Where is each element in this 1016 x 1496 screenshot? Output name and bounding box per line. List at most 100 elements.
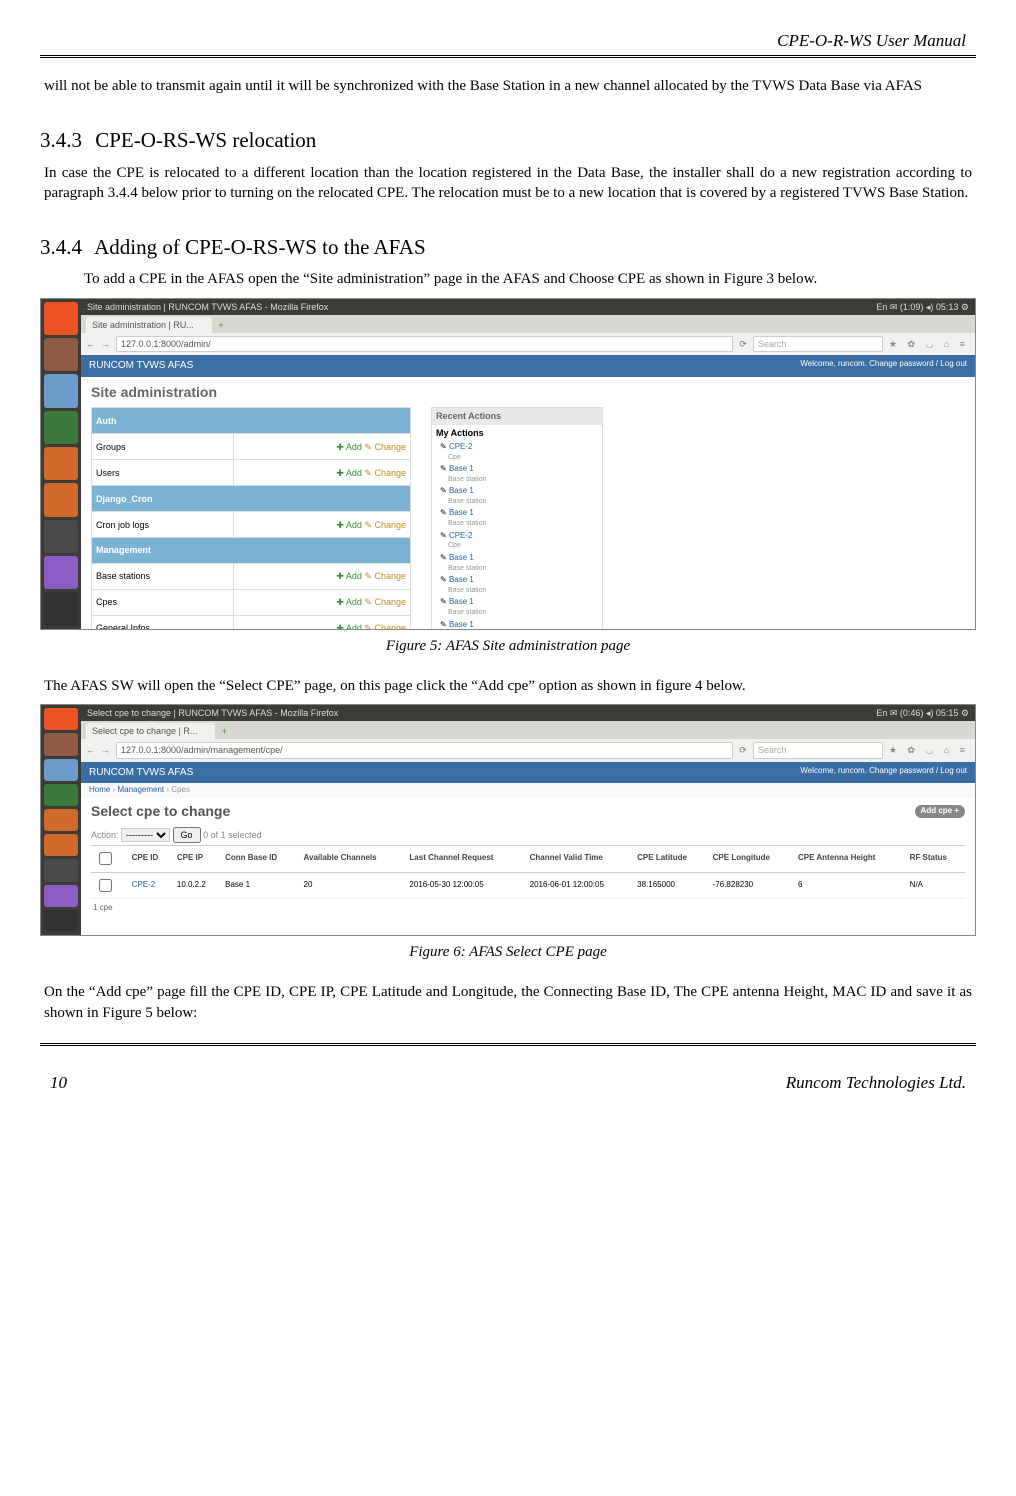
- dock-app-icon[interactable]: [44, 759, 78, 781]
- dock-app-icon[interactable]: [44, 859, 78, 881]
- url-field[interactable]: 127.0.0.1:8000/admin/management/cpe/: [116, 742, 733, 758]
- dock-app-icon[interactable]: [44, 733, 78, 755]
- cpe-cell: Base 1: [221, 872, 299, 899]
- cpe-col-header[interactable]: CPE Antenna Height: [794, 845, 906, 872]
- dock-app-icon[interactable]: [44, 520, 78, 553]
- category-header: Auth: [92, 408, 411, 434]
- recent-action-item[interactable]: ✎ Base 1Base station: [432, 574, 602, 596]
- change-link[interactable]: ✎ Change: [364, 468, 406, 478]
- dock-app-icon[interactable]: [44, 302, 78, 335]
- section-344-heading: 3.4.4 Adding of CPE-O-RS-WS to the AFAS: [40, 233, 976, 261]
- admin-categories-table: AuthGroups ✚ Add ✎ Change Users ✚ Add ✎ Cha…: [91, 407, 411, 628]
- recent-action-item[interactable]: ✎ Base 1Base station: [432, 619, 602, 629]
- cpe-col-header[interactable]: Last Channel Request: [405, 845, 525, 872]
- add-link[interactable]: ✚ Add: [336, 442, 362, 452]
- cpe-cell: 2016-05-30 12:00:05: [405, 872, 525, 899]
- dock-app-icon[interactable]: [44, 809, 78, 831]
- cpe-cell[interactable]: CPE-2: [128, 872, 173, 899]
- welcome-text[interactable]: Welcome, runcom. Change password / Log o…: [800, 359, 967, 373]
- cpe-col-header[interactable]: CPE Latitude: [633, 845, 708, 872]
- dock-app-icon[interactable]: [44, 483, 78, 516]
- url-field[interactable]: 127.0.0.1:8000/admin/: [116, 336, 733, 352]
- cpe-col-header[interactable]: [91, 845, 128, 872]
- new-tab-button[interactable]: +: [218, 726, 231, 736]
- cpe-cell: [91, 872, 128, 899]
- model-link[interactable]: Base stations: [92, 563, 234, 589]
- dock-app-icon[interactable]: [44, 374, 78, 407]
- dock-app-icon[interactable]: [44, 885, 78, 907]
- breadcrumb-management[interactable]: Management: [117, 785, 164, 794]
- cpe-cell: -76.828230: [709, 872, 794, 899]
- cpe-cell: 6: [794, 872, 906, 899]
- browser-tab[interactable]: Site administration | RU...: [86, 317, 212, 333]
- cpe-cell: 10.0.2.2: [173, 872, 221, 899]
- dock-app-icon[interactable]: [44, 447, 78, 480]
- dock-app-icon[interactable]: [44, 556, 78, 589]
- cpe-col-header[interactable]: Conn Base ID: [221, 845, 299, 872]
- recent-action-item[interactable]: ✎ Base 1Base station: [432, 507, 602, 529]
- cpe-col-header[interactable]: CPE IP: [173, 845, 221, 872]
- my-actions-label: My Actions: [432, 425, 602, 441]
- welcome-text[interactable]: Welcome, runcom. Change password / Log o…: [800, 766, 967, 780]
- go-button[interactable]: Go: [173, 827, 201, 843]
- category-header: Management: [92, 538, 411, 564]
- model-link[interactable]: Users: [92, 460, 234, 486]
- search-field[interactable]: Search: [753, 742, 883, 758]
- recent-action-item[interactable]: ✎ Base 1Base station: [432, 485, 602, 507]
- change-link[interactable]: ✎ Change: [364, 520, 406, 530]
- forward-icon[interactable]: →: [101, 338, 110, 350]
- dock-app-icon[interactable]: [44, 910, 78, 932]
- model-link[interactable]: Groups: [92, 434, 234, 460]
- cpe-col-header[interactable]: RF Status: [906, 845, 965, 872]
- add-link[interactable]: ✚ Add: [336, 597, 362, 607]
- cpe-col-header[interactable]: Available Channels: [300, 845, 406, 872]
- dock-app-icon[interactable]: [44, 784, 78, 806]
- toolbar-icons[interactable]: ★ ✿ ◡ ⌂ ≡: [889, 744, 969, 756]
- add-link[interactable]: ✚ Add: [336, 520, 362, 530]
- change-link[interactable]: ✎ Change: [364, 442, 406, 452]
- dock-app-icon[interactable]: [44, 592, 78, 625]
- dock-app-icon[interactable]: [44, 834, 78, 856]
- select-all-checkbox[interactable]: [99, 852, 112, 865]
- system-tray: En ✉ (1:09) ◂) 05:13 ⚙: [876, 301, 969, 313]
- add-link[interactable]: ✚ Add: [336, 468, 362, 478]
- cpe-col-header[interactable]: CPE Longitude: [709, 845, 794, 872]
- add-cpe-button[interactable]: Add cpe +: [915, 805, 965, 818]
- recent-action-item[interactable]: ✎ Base 1Base station: [432, 463, 602, 485]
- cpe-cell: N/A: [906, 872, 965, 899]
- dock-app-icon[interactable]: [44, 411, 78, 444]
- browser-tab[interactable]: Select cpe to change | R...: [86, 723, 215, 739]
- row-checkbox[interactable]: [99, 879, 112, 892]
- action-select[interactable]: ---------: [121, 828, 170, 842]
- recent-action-item[interactable]: ✎ Base 1Base station: [432, 552, 602, 574]
- change-link[interactable]: ✎ Change: [364, 623, 406, 628]
- change-link[interactable]: ✎ Change: [364, 597, 406, 607]
- cpe-col-header[interactable]: Channel Valid Time: [526, 845, 634, 872]
- forward-icon[interactable]: →: [101, 744, 110, 756]
- change-link[interactable]: ✎ Change: [364, 571, 406, 581]
- selection-count: 0 of 1 selected: [203, 830, 262, 840]
- search-field[interactable]: Search: [753, 336, 883, 352]
- model-link[interactable]: Cpes: [92, 589, 234, 615]
- refresh-icon[interactable]: ⟳: [739, 744, 747, 756]
- add-link[interactable]: ✚ Add: [336, 623, 362, 628]
- cpe-col-header[interactable]: CPE ID: [128, 845, 173, 872]
- cpe-cell: 20: [300, 872, 406, 899]
- breadcrumb-home[interactable]: Home: [89, 785, 110, 794]
- recent-action-item[interactable]: ✎ Base 1Base station: [432, 596, 602, 618]
- section-343-title: CPE-O-RS-WS relocation: [95, 128, 316, 152]
- refresh-icon[interactable]: ⟳: [739, 338, 747, 350]
- model-link[interactable]: General Infos: [92, 615, 234, 628]
- dock-app-icon[interactable]: [44, 338, 78, 371]
- category-header: Django_Cron: [92, 486, 411, 512]
- recent-action-item[interactable]: ✎ CPE-2Cpe: [432, 530, 602, 552]
- new-tab-button[interactable]: +: [214, 320, 227, 330]
- back-icon[interactable]: ←: [86, 338, 95, 350]
- recent-action-item[interactable]: ✎ CPE-2Cpe: [432, 441, 602, 463]
- dock-app-icon[interactable]: [44, 708, 78, 730]
- model-link[interactable]: Cron job logs: [92, 512, 234, 538]
- system-tray: En ✉ (0:46) ◂) 05:15 ⚙: [876, 707, 969, 719]
- toolbar-icons[interactable]: ★ ✿ ◡ ⌂ ≡: [889, 338, 969, 350]
- back-icon[interactable]: ←: [86, 744, 95, 756]
- add-link[interactable]: ✚ Add: [336, 571, 362, 581]
